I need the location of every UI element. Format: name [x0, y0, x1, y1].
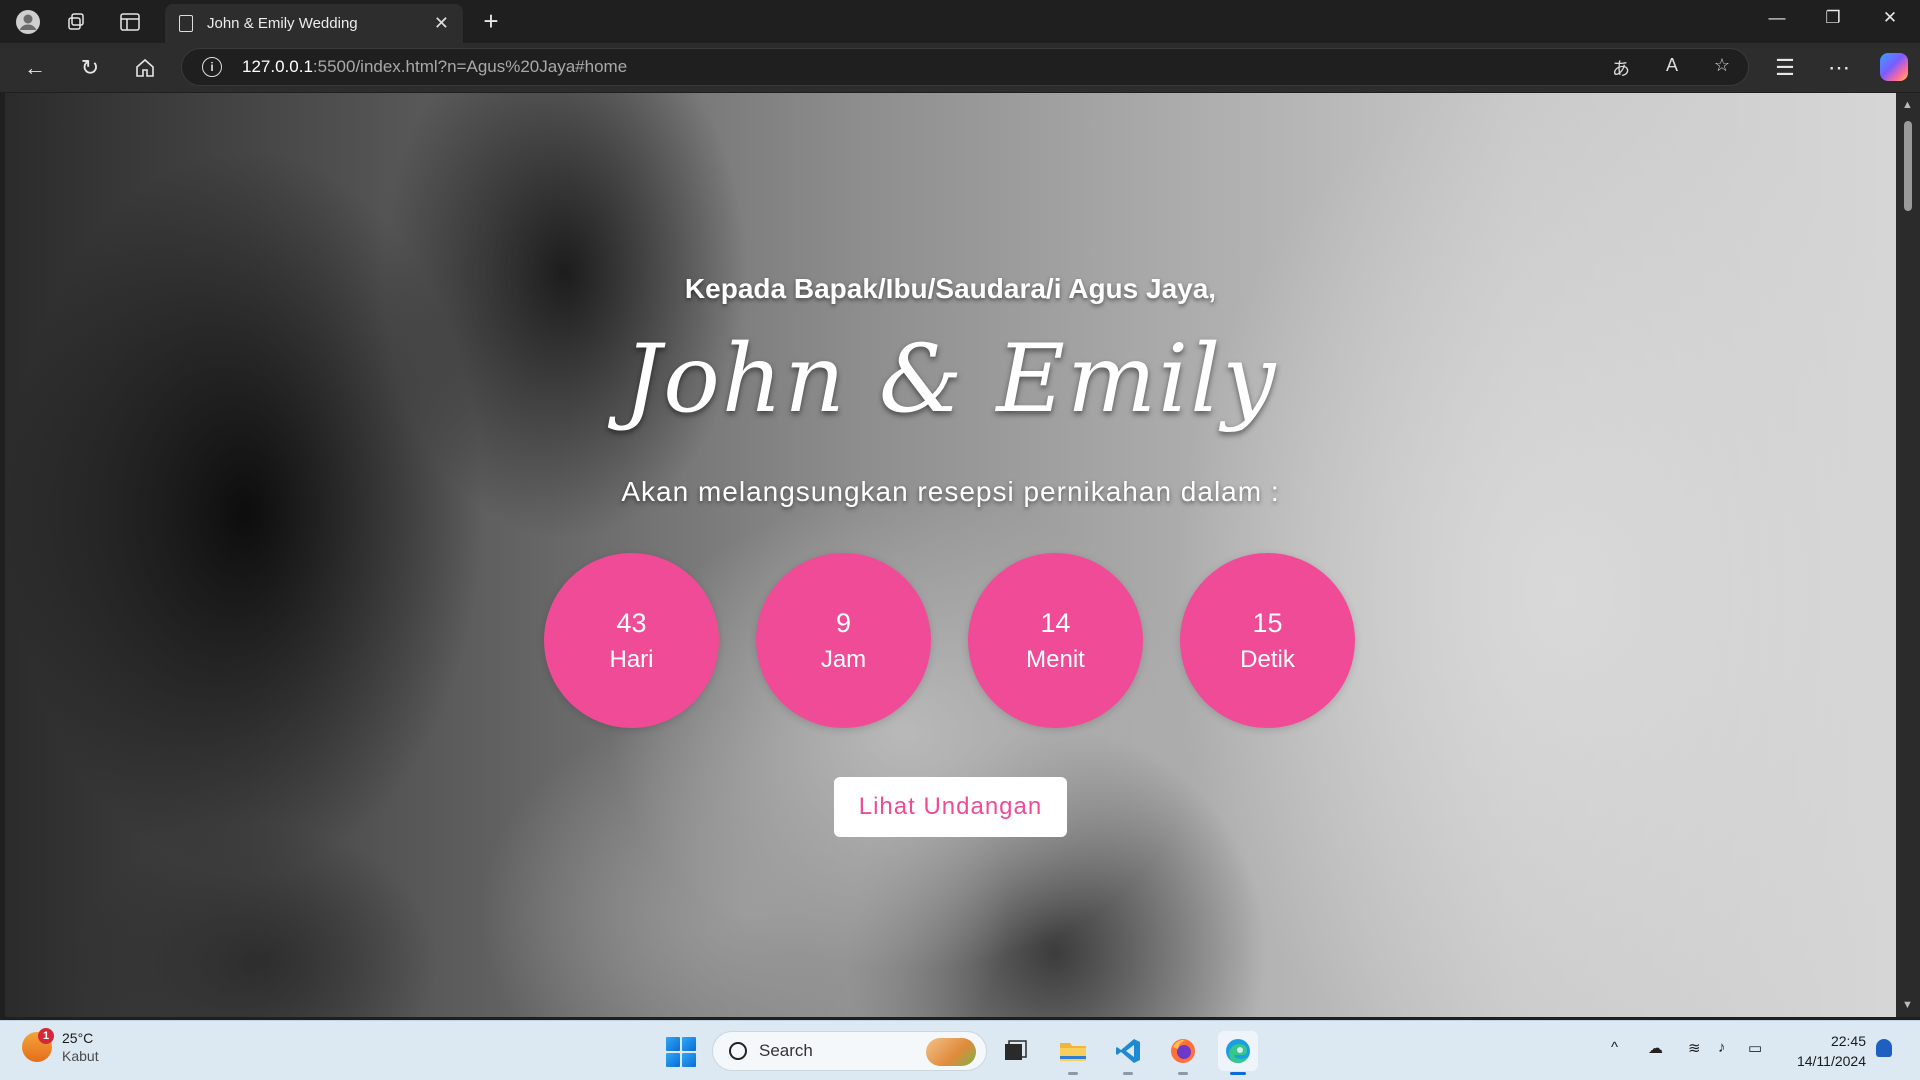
file-explorer-icon[interactable] — [1053, 1031, 1093, 1075]
wifi-icon[interactable]: ≋ — [1688, 1039, 1701, 1057]
restore-button[interactable]: ❐ — [1813, 8, 1853, 28]
guest-greeting: Kepada Bapak/Ibu/Saudara/i Agus Jaya, — [684, 273, 1217, 304]
minimize-button[interactable]: — — [1757, 8, 1797, 28]
browser-toolbar: ← ↻ i 127.0.0.1:5500/index.html?n=Agus%2… — [0, 43, 1920, 92]
home-icon[interactable] — [130, 53, 160, 83]
search-label: Search — [759, 1041, 813, 1060]
couple-names: John & Emily — [623, 325, 1278, 434]
countdown-minutes: 14 Menit — [968, 553, 1143, 728]
page-icon — [179, 15, 193, 32]
countdown-value: 9 — [835, 607, 852, 638]
clock-date: 14/11/2024 — [1796, 1053, 1866, 1069]
start-button[interactable] — [666, 1037, 696, 1067]
countdown-value: 15 — [1252, 607, 1283, 638]
weather-condition: Kabut — [62, 1048, 99, 1064]
system-clock[interactable]: 22:45 14/11/2024 — [1786, 1031, 1866, 1071]
onedrive-icon[interactable]: ☁ — [1648, 1039, 1663, 1057]
search-icon — [729, 1042, 747, 1060]
event-subtitle: Akan melangsungkan resepsi pernikahan da… — [621, 476, 1280, 507]
view-invitation-button[interactable]: Lihat Undangan — [834, 777, 1067, 837]
weather-widget[interactable]: 1 25°C Kabut — [22, 1028, 99, 1065]
address-bar[interactable]: i 127.0.0.1:5500/index.html?n=Agus%20Jay… — [181, 48, 1749, 86]
countdown-unit: Menit — [1026, 645, 1085, 673]
taskbar: 1 25°C Kabut Search ^ ☁ ≋ ♪ ▭ 22:45 14/1… — [0, 1020, 1920, 1080]
notification-badge: 1 — [38, 1028, 54, 1044]
new-tab-button[interactable]: + — [476, 6, 506, 36]
countdown-seconds: 15 Detik — [1180, 553, 1355, 728]
taskbar-search[interactable]: Search — [712, 1031, 987, 1071]
countdown-value: 43 — [616, 607, 647, 638]
favorites-icon[interactable]: ☰ — [1770, 53, 1800, 83]
volume-icon[interactable]: ♪ — [1718, 1039, 1726, 1056]
notification-bell-icon[interactable] — [1876, 1039, 1892, 1057]
page-viewport: Kepada Bapak/Ibu/Saudara/i Agus Jaya, Jo… — [5, 93, 1896, 1017]
site-info-icon[interactable]: i — [202, 57, 222, 77]
vscode-icon[interactable] — [1108, 1031, 1148, 1075]
countdown: 43 Hari 9 Jam 14 Menit 15 Detik — [544, 553, 1355, 728]
browser-titlebar: John & Emily Wedding ✕ + — ❐ ✕ — [0, 0, 1920, 43]
task-view-icon[interactable] — [996, 1031, 1036, 1071]
back-icon[interactable]: ← — [20, 53, 50, 83]
firefox-icon[interactable] — [1163, 1031, 1203, 1075]
workspaces-icon[interactable] — [62, 8, 90, 36]
more-menu-icon[interactable]: ⋯ — [1824, 53, 1854, 83]
weather-temperature: 25°C — [62, 1030, 94, 1046]
weather-icon: 1 — [22, 1028, 54, 1062]
copilot-icon[interactable] — [1880, 53, 1908, 81]
countdown-days: 43 Hari — [544, 553, 719, 728]
hero-section: Kepada Bapak/Ibu/Saudara/i Agus Jaya, Jo… — [5, 93, 1896, 1017]
tab-close-icon[interactable]: ✕ — [434, 13, 449, 34]
reload-icon[interactable]: ↻ — [75, 53, 105, 83]
edge-icon[interactable] — [1218, 1031, 1258, 1075]
battery-icon[interactable]: ▭ — [1748, 1039, 1762, 1057]
favorite-star-icon[interactable]: ☆ — [1708, 55, 1736, 76]
tab-title: John & Emily Wedding — [207, 15, 358, 32]
search-highlight-image — [926, 1038, 976, 1066]
vertical-tabs-icon[interactable] — [116, 8, 144, 36]
countdown-unit: Hari — [609, 645, 654, 673]
url-text[interactable]: 127.0.0.1:5500/index.html?n=Agus%20Jaya#… — [242, 57, 627, 77]
clock-time: 22:45 — [1830, 1033, 1866, 1049]
active-tab[interactable]: John & Emily Wedding ✕ — [165, 4, 463, 43]
countdown-unit: Jam — [820, 645, 867, 673]
scroll-thumb[interactable] — [1904, 121, 1912, 211]
scroll-up-icon[interactable]: ▲ — [1902, 99, 1913, 111]
close-window-button[interactable]: ✕ — [1870, 8, 1910, 28]
page-scrollbar[interactable]: ▲ ▼ — [1896, 93, 1920, 1017]
profile-icon[interactable] — [14, 8, 42, 36]
countdown-unit: Detik — [1240, 645, 1295, 673]
countdown-value: 14 — [1040, 607, 1071, 638]
read-aloud-icon[interactable]: A — [1658, 55, 1686, 76]
countdown-hours: 9 Jam — [756, 553, 931, 728]
show-hidden-icons-chevron-icon[interactable]: ^ — [1611, 1039, 1618, 1056]
translate-icon[interactable]: あ — [1607, 55, 1635, 81]
scroll-down-icon[interactable]: ▼ — [1902, 999, 1913, 1011]
